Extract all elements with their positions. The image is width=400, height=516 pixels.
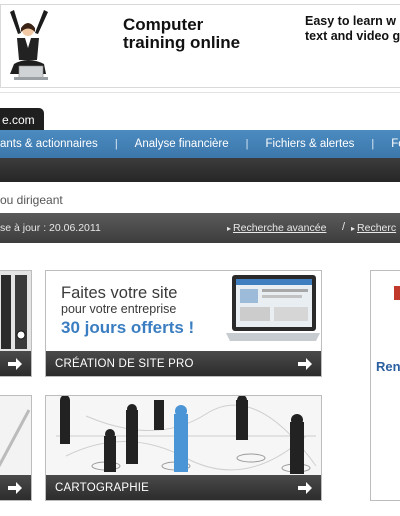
banner-tagline: Easy to learn w text and video g: [305, 14, 400, 43]
site-tab[interactable]: e.com: [0, 108, 44, 132]
tile-partial-left-top[interactable]: [0, 270, 32, 377]
binders-image: [0, 271, 31, 353]
breadcrumb: ou dirigeant: [0, 193, 63, 207]
nav-item-fichiers-alertes[interactable]: Fichiers & alertes: [266, 138, 355, 150]
last-update-text: se à jour : 20.06.2011: [0, 222, 101, 234]
search-link[interactable]: ▸ Recherc: [351, 222, 396, 234]
tile-cartographie[interactable]: CARTOGRAPHIE: [45, 395, 322, 501]
tile-creation-site-pro[interactable]: Faites votre site pour votre entreprise …: [45, 270, 322, 377]
network-people-image: [46, 396, 321, 477]
nav-separator: |: [114, 138, 118, 150]
link-separator: /: [342, 221, 346, 233]
arrow-right-icon: [8, 358, 22, 370]
woman-with-laptop-illustration: [10, 10, 48, 80]
pen-image: [0, 396, 31, 477]
nav-item-formalites[interactable]: For: [391, 138, 400, 150]
advanced-search-label: Recherche avancée: [233, 222, 327, 234]
arrow-right-icon: [298, 358, 312, 370]
triangle-bullet-icon: ▸: [351, 224, 356, 233]
tile-partial-left-bottom[interactable]: [0, 395, 32, 501]
sidebar-ad-text: Ren: [376, 359, 400, 374]
arrow-right-icon: [298, 482, 312, 494]
sub-nav-strip: [0, 158, 400, 182]
main-nav: ants & actionnaires | Analyse financière…: [0, 130, 400, 158]
nav-separator: |: [245, 138, 249, 150]
search-link-label: Recherc: [357, 222, 397, 234]
tile-headline: Faites votre site: [61, 284, 178, 302]
nav-item-analyse-financiere[interactable]: Analyse financière: [135, 138, 229, 150]
sidebar-red-mark: [394, 286, 400, 300]
sidebar-ad-box[interactable]: [370, 270, 400, 501]
tile-label: CARTOGRAPHIE: [55, 482, 149, 494]
laptop-image: [226, 275, 320, 341]
triangle-bullet-icon: ▸: [227, 224, 232, 233]
tile-offer: 30 jours offerts !: [61, 318, 195, 337]
nav-item-dirigeants-actionnaires[interactable]: ants & actionnaires: [0, 138, 98, 150]
advanced-search-link[interactable]: ▸ Recherche avancée: [227, 222, 326, 234]
tile-label: CRÉATION DE SITE PRO: [55, 358, 194, 370]
banner-title: Computer training online: [123, 15, 241, 52]
tile-subheadline: pour votre entreprise: [61, 302, 177, 316]
arrow-right-icon: [8, 482, 22, 494]
nav-separator: |: [371, 138, 375, 150]
